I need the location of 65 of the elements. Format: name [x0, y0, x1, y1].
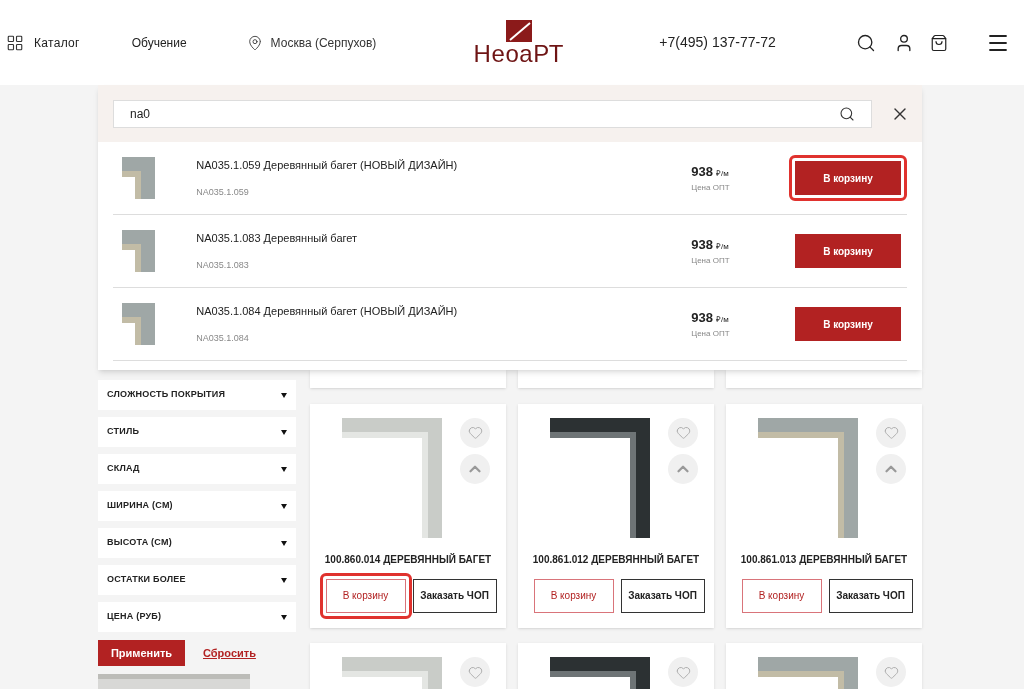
city-link[interactable]: Москва (Серпухов) [270, 33, 377, 52]
heart-icon [883, 425, 899, 441]
result-sku: NA035.1.083 [196, 258, 250, 272]
filter-dropdown[interactable]: ШИРИНА (СМ) [98, 491, 296, 521]
order-button[interactable]: Заказать ЧОП [412, 578, 497, 613]
result-title[interactable]: NA035.1.059 Деревянный багет (НОВЫЙ ДИЗАЙН) [196, 157, 575, 174]
heart-icon [675, 664, 691, 680]
training-link[interactable]: Обучение [131, 33, 187, 52]
reset-link[interactable]: Сбросить [203, 644, 256, 662]
heart-icon [467, 425, 483, 441]
result-sku: NA035.1.084 [196, 331, 250, 345]
search-icon[interactable] [839, 105, 855, 122]
price-unit: ₽/м [715, 168, 729, 181]
product-title[interactable]: 100.861.013 ДЕРЕВЯННЫЙ БАГЕТ [740, 551, 908, 567]
heart-icon [883, 664, 899, 680]
product-title[interactable]: 100.860.014 ДЕРЕВЯННЫЙ БАГЕТ [324, 551, 492, 567]
price-value: 938 [691, 163, 713, 182]
filter-dropdown[interactable]: СТИЛЬ [98, 417, 296, 447]
price-unit: ₽/м [715, 314, 729, 327]
frame-corner-photo [122, 230, 156, 272]
favorite-heart-button[interactable] [876, 417, 906, 448]
order-button[interactable]: Заказать ЧОП [620, 578, 705, 613]
search-icon[interactable] [855, 32, 876, 53]
scroll-up-button[interactable] [876, 453, 906, 484]
favorite-heart-button[interactable] [668, 417, 698, 448]
result-title[interactable]: NA035.1.084 Деревянный багет (НОВЫЙ ДИЗАЙН) [196, 303, 575, 320]
location-pin-icon[interactable] [246, 33, 263, 52]
result-sku: NA035.1.059 [196, 185, 250, 199]
frame-corner-photo [122, 303, 156, 345]
filter-dropdown[interactable]: СЛОЖНОСТЬ ПОКРЫТИЯ [98, 380, 296, 410]
price-value: 938 [691, 309, 713, 328]
price-note: Цена ОПТ [691, 254, 731, 267]
phone-number[interactable]: +7(495) 137-77-72 [659, 32, 776, 53]
favorite-heart-button[interactable] [460, 417, 490, 448]
filter-dropdown[interactable]: ВЫСОТА (СМ) [98, 528, 296, 558]
add-to-cart-button[interactable]: В корзину [319, 572, 412, 619]
filter-dropdown[interactable]: ОСТАТКИ БОЛЕЕ [98, 565, 296, 595]
price-value: 938 [691, 236, 713, 255]
result-title[interactable]: NA035.1.083 Деревянный багет [196, 230, 575, 247]
heart-icon [467, 664, 483, 680]
catalog-grid-icon[interactable] [6, 33, 24, 52]
order-button[interactable]: Заказать ЧОП [828, 578, 913, 613]
scroll-up-button[interactable] [460, 453, 490, 484]
favorite-heart-button[interactable] [460, 657, 490, 688]
apply-button[interactable]: Применить [98, 640, 185, 666]
price-unit: ₽/м [715, 241, 729, 254]
logo-mark-icon [505, 19, 532, 42]
catalog-link[interactable]: Каталог [34, 33, 80, 52]
price-note: Цена ОПТ [691, 181, 731, 194]
filter-dropdown[interactable]: ЦЕНА (РУБ) [98, 602, 296, 632]
favorite-heart-button[interactable] [876, 657, 906, 688]
bag-icon[interactable] [929, 32, 948, 53]
logo-text[interactable]: НеоаРТ [473, 41, 565, 66]
search-result-row[interactable]: NA035.1.083 Деревянный багет NA035.1.083 938 ₽/м Цена ОПТ В корзину [113, 215, 907, 288]
search-input-field[interactable]: na0 [113, 99, 872, 128]
add-to-cart-button[interactable]: В корзину [789, 155, 907, 201]
heart-icon [675, 425, 691, 441]
search-result-row[interactable]: NA035.1.059 Деревянный багет (НОВЫЙ ДИЗАЙН) NA035.1.059 938 ₽/м Цена ОПТ В корзину [113, 142, 907, 215]
filter-dropdown[interactable]: СКЛАД [98, 454, 296, 484]
favorite-heart-button[interactable] [668, 657, 698, 688]
price-note: Цена ОПТ [691, 327, 731, 340]
product-title[interactable]: 100.861.012 ДЕРЕВЯННЫЙ БАГЕТ [532, 551, 700, 567]
search-result-row[interactable]: NA035.1.084 Деревянный багет (НОВЫЙ ДИЗАЙН) NA035.1.084 938 ₽/м Цена ОПТ В корзину [113, 288, 907, 361]
frame-corner-photo [122, 157, 156, 199]
scroll-up-button[interactable] [668, 453, 698, 484]
